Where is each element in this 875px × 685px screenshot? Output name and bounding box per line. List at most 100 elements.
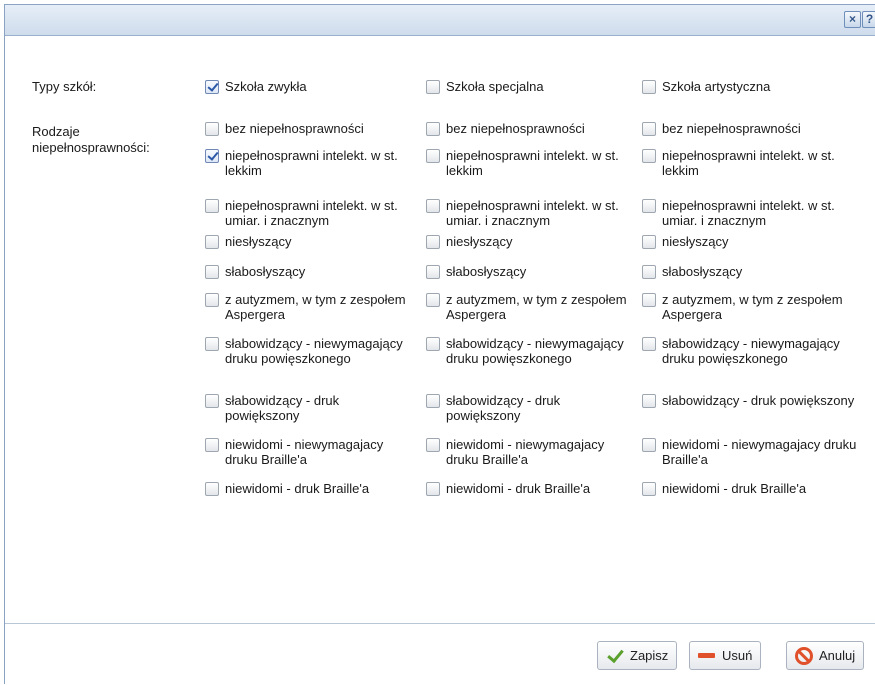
disability-option[interactable]: niewidomi - druk Braille'a [642,481,857,496]
minus-icon [698,647,716,665]
disability-option[interactable]: niewidomi - niewymagajacy druku Braille'… [205,437,410,467]
disability-option[interactable]: niesłyszący [642,234,857,249]
checkbox-label: niepełnosprawni intelekt. w st. umiar. i… [225,198,398,228]
disability-option[interactable]: z autyzmem, w tym z zespołem Aspergera [426,292,631,322]
checkbox-label: Szkoła zwykła [225,79,307,94]
checkbox-label: słabosłyszący [225,264,306,279]
disability-option[interactable]: niepełnosprawni intelekt. w st. umiar. i… [426,198,631,228]
dialog-footer: Zapisz Usuń Anuluj [5,623,875,685]
checkbox[interactable] [426,337,440,351]
disability-option[interactable]: niewidomi - niewymagajacy druku Braille'… [426,437,631,467]
disability-option[interactable]: niepełnosprawni intelekt. w st. umiar. i… [642,198,857,228]
dialog-content: Typy szkół: Szkoła zwykła Szkoła specjaln… [5,37,875,623]
disability-option[interactable]: słabowidzący - niewymagający druku powię… [426,336,631,366]
dialog-titlebar: × ? [5,5,875,36]
cancel-button[interactable]: Anuluj [786,641,865,670]
dialog: × ? Typy szkół: Szkoła zwykła Szkoła spec… [4,4,875,685]
checkbox[interactable] [205,438,219,452]
disability-option[interactable]: z autyzmem, w tym z zespołem Aspergera [642,292,857,322]
school-type-option[interactable]: Szkoła artystyczna [642,79,857,94]
disability-option[interactable]: niewidomi - druk Braille'a [426,481,631,496]
disability-option[interactable]: niepełnosprawni intelekt. w st. lekkim [205,148,410,178]
checkbox[interactable] [426,265,440,279]
checkbox[interactable] [205,293,219,307]
checkbox-label: słabowidzący - niewymagający druku powię… [662,336,840,366]
checkbox-label: Szkoła specjalna [446,79,544,94]
cancel-button-label: Anuluj [819,648,856,663]
checkbox-label: słabowidzący - druk powiększony [225,393,340,423]
checkbox-label: niepełnosprawni intelekt. w st. lekkim [662,148,835,178]
disability-option[interactable]: z autyzmem, w tym z zespołem Aspergera [205,292,410,322]
disability-option[interactable]: bez niepełnosprawności [642,121,857,136]
disability-option[interactable]: niepełnosprawni intelekt. w st. umiar. i… [205,198,410,228]
checkbox[interactable] [642,293,656,307]
checkbox-label: niesłyszący [225,234,292,249]
checkbox[interactable] [642,122,656,136]
checkbox[interactable] [426,199,440,213]
checkbox[interactable] [642,394,656,408]
checkbox-label: bez niepełnosprawności [446,121,585,136]
disability-option[interactable]: niesłyszący [426,234,631,249]
checkbox[interactable] [426,149,440,163]
disability-option[interactable]: niepełnosprawni intelekt. w st. lekkim [426,148,631,178]
disability-option[interactable]: niewidomi - druk Braille'a [205,481,410,496]
checkbox-label: Szkoła artystyczna [662,79,771,94]
disability-option[interactable]: niesłyszący [205,234,410,249]
disability-option[interactable]: słabowidzący - druk powiększony [205,393,410,423]
checkbox-label: słabowidzący - niewymagający druku powię… [446,336,624,366]
disability-option[interactable]: niepełnosprawni intelekt. w st. lekkim [642,148,857,178]
disability-option[interactable]: słabowidzący - druk powiększony [426,393,631,423]
checkbox[interactable] [642,438,656,452]
disability-option[interactable]: słabosłyszący [426,264,631,279]
checkbox[interactable] [205,394,219,408]
checkbox-label: niewidomi - druk Braille'a [446,481,591,496]
checkbox[interactable] [642,149,656,163]
help-icon[interactable]: ? [862,11,875,28]
save-button[interactable]: Zapisz [597,641,678,670]
checkbox[interactable] [205,235,219,249]
checkbox-label: niewidomi - druk Braille'a [662,481,807,496]
delete-button-label: Usuń [722,648,753,663]
checkbox[interactable] [205,122,219,136]
checkbox-label: niewidomi - niewymagajacy druku Braille'… [225,437,384,467]
checkbox-label: z autyzmem, w tym z zespołem Aspergera [446,292,627,322]
cancel-icon [795,646,813,665]
checkbox[interactable] [205,80,219,94]
disability-option[interactable]: słabosłyszący [205,264,410,279]
disability-option[interactable]: bez niepełnosprawności [205,121,410,136]
school-types-label: Typy szkół: [32,79,97,94]
disability-option[interactable]: słabowidzący - druk powiększony [642,393,857,408]
checkbox-label: niewidomi - niewymagajacy druku Braille'… [446,437,605,467]
disability-option[interactable]: słabosłyszący [642,264,857,279]
checkbox[interactable] [642,80,656,94]
checkbox-label: niewidomi - niewymagajacy druku Braille'… [662,437,857,467]
checkbox[interactable] [205,482,219,496]
checkbox[interactable] [642,337,656,351]
checkbox[interactable] [426,438,440,452]
school-type-option[interactable]: Szkoła specjalna [426,79,631,94]
disability-option[interactable]: niewidomi - niewymagajacy druku Braille'… [642,437,857,467]
checkbox[interactable] [426,80,440,94]
checkbox[interactable] [426,235,440,249]
checkbox[interactable] [205,265,219,279]
checkbox[interactable] [642,235,656,249]
disability-option[interactable]: bez niepełnosprawności [426,121,631,136]
checkbox[interactable] [642,265,656,279]
checkbox[interactable] [426,293,440,307]
checkbox[interactable] [205,337,219,351]
close-icon[interactable]: × [844,11,861,28]
checkbox[interactable] [426,122,440,136]
checkbox-label: bez niepełnosprawności [225,121,364,136]
checkbox[interactable] [642,199,656,213]
checkbox[interactable] [642,482,656,496]
disability-option[interactable]: słabowidzący - niewymagający druku powię… [642,336,857,366]
disability-option[interactable]: słabowidzący - niewymagający druku powię… [205,336,410,366]
checkbox-label: słabosłyszący [446,264,527,279]
school-type-option[interactable]: Szkoła zwykła [205,79,410,94]
delete-button[interactable]: Usuń [689,641,762,670]
checkbox[interactable] [205,199,219,213]
checkbox[interactable] [426,394,440,408]
checkbox-label: słabowidzący - niewymagający druku powię… [225,336,403,366]
checkbox[interactable] [426,482,440,496]
checkbox[interactable] [205,149,219,163]
